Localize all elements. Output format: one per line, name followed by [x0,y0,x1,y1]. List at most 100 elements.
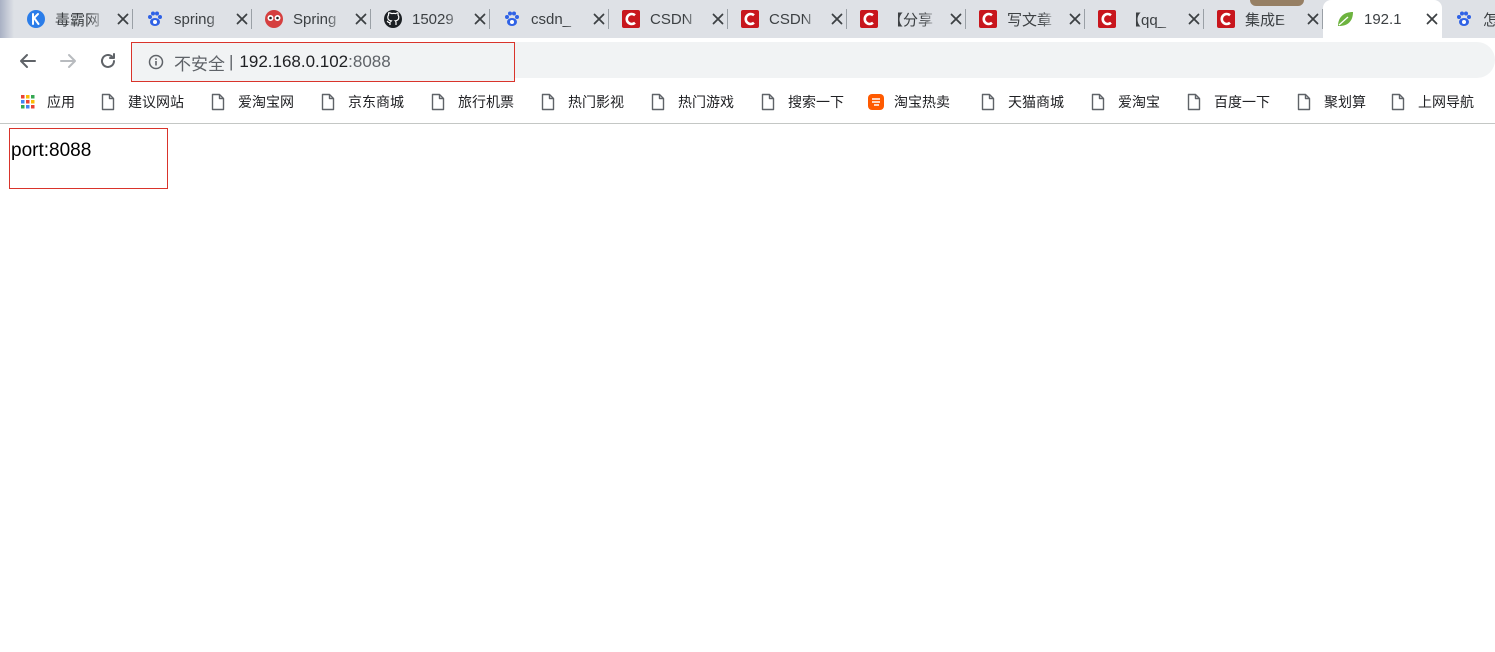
csdn-icon [859,9,879,29]
tab-3[interactable]: 15029 [371,0,490,38]
csdn-icon [740,9,760,29]
url-host[interactable]: 192.168.0.102 [239,52,348,72]
page-icon [1296,93,1312,111]
tab-5[interactable]: CSDN [609,0,728,38]
omnibox-background [515,42,1495,78]
tab-2[interactable]: Spring [252,0,371,38]
tab-11[interactable]: 192.1 [1323,0,1442,38]
bookmark-5[interactable]: 热门影视 [540,90,624,114]
bookmark-6[interactable]: 热门游戏 [650,90,734,114]
bookmark-label: 上网导航 [1418,94,1474,110]
url-port[interactable]: :8088 [348,52,391,72]
bookmark-1[interactable]: 建议网站 [100,90,184,114]
csdn-icon [978,9,998,29]
tab-4[interactable]: csdn_ [490,0,609,38]
bookmark-label: 淘宝热卖 [894,94,950,110]
info-icon[interactable] [148,54,164,70]
bookmark-7[interactable]: 搜索一下 [760,90,844,114]
tab-1[interactable]: spring [133,0,252,38]
owl-logo-icon [264,9,284,29]
baidu-paw-icon [502,9,522,29]
close-icon[interactable] [829,11,845,27]
bookmark-label: 天猫商城 [1008,94,1064,110]
tab-6[interactable]: CSDN [728,0,847,38]
back-button[interactable] [16,49,40,73]
bookmark-2[interactable]: 爱淘宝网 [210,90,294,114]
tab-label: CSDN [769,10,812,28]
close-icon[interactable] [948,11,964,27]
bookmark-9[interactable]: 天猫商城 [980,90,1064,114]
close-icon[interactable] [1186,11,1202,27]
close-icon[interactable] [1424,11,1440,27]
tab-7[interactable]: 【分享 [847,0,966,38]
page-icon [210,93,226,111]
bookmark-label: 搜索一下 [788,94,844,110]
csdn-icon [1216,9,1236,29]
bookmark-label: 京东商城 [348,94,404,110]
close-icon[interactable] [353,11,369,27]
back-arrow-icon [20,54,36,68]
bookmark-label: 热门游戏 [678,94,734,110]
bookmark-4[interactable]: 旅行机票 [430,90,514,114]
tab-8[interactable]: 写文章 [966,0,1085,38]
omnibox-divider: | [229,52,234,71]
page-icon [980,93,996,111]
bookmark-13[interactable]: 上网导航 [1390,90,1474,114]
k-logo-icon [26,9,46,29]
close-icon[interactable] [710,11,726,27]
bookmark-label: 旅行机票 [458,94,514,110]
tab-label: 【qq_ [1126,11,1167,29]
taobao-icon [868,93,884,111]
close-icon[interactable] [1067,11,1083,27]
page-icon [1390,93,1406,111]
page-icon [540,93,556,111]
bookmark-11[interactable]: 百度一下 [1186,90,1270,114]
tab-label: 写文章 [1007,11,1053,29]
bookmark-8[interactable]: 淘宝热卖 [868,90,950,114]
tab-label: CSDN [650,10,693,28]
bookmark-label: 爱淘宝 [1118,94,1160,110]
bookmark-12[interactable]: 聚划算 [1296,90,1366,114]
apps-grid-icon [20,93,36,111]
close-icon[interactable] [591,11,607,27]
tab-0[interactable]: 毒霸网 [14,0,133,38]
tab-label: 【分享 [888,11,934,29]
csdn-icon [1097,9,1117,29]
spring-leaf-icon [1335,9,1355,29]
github-icon [383,9,403,29]
page-content: port:8088 [0,125,1495,652]
csdn-icon [621,9,641,29]
close-icon[interactable] [234,11,250,27]
tab-12[interactable]: 怎 [1442,0,1495,38]
bookmark-0[interactable]: 应用 [20,90,75,114]
baidu-paw-icon [145,9,165,29]
reload-button[interactable] [96,49,120,73]
port-text: port:8088 [11,140,92,161]
page-icon [430,93,446,111]
security-label[interactable]: 不安全 [174,50,225,75]
forward-arrow-icon [60,54,76,68]
address-bar[interactable]: 不安全 | 192.168.0.102:8088 [131,42,515,82]
close-icon[interactable] [1305,11,1321,27]
close-icon[interactable] [472,11,488,27]
bookmark-10[interactable]: 爱淘宝 [1090,90,1160,114]
tab-strip-edge [0,0,14,38]
baidu-paw-icon [1454,9,1474,29]
tab-label: 192.1 [1364,10,1402,28]
page-icon [1090,93,1106,111]
tab-label: spring [174,10,215,28]
highlight-box: port:8088 [9,128,168,189]
close-icon[interactable] [115,11,131,27]
bookmark-label: 建议网站 [128,94,184,110]
bookmark-label: 应用 [47,94,75,110]
tab-label: 集成E [1245,11,1286,29]
bookmark-3[interactable]: 京东商城 [320,90,404,114]
bookmark-label: 热门影视 [568,94,624,110]
forward-button[interactable] [56,49,80,73]
tab-10[interactable]: 集成E [1204,0,1323,38]
page-icon [1186,93,1202,111]
tab-strip: 毒霸网 spring Spring 15029 csdn_ CSDN CSDN 【分享 写文章 【… [0,0,1495,38]
tab-9[interactable]: 【qq_ [1085,0,1204,38]
page-icon [320,93,336,111]
bookmarks-bar: 应用 建议网站 爱淘宝网 京东商城 旅行机票 热门影视 热门游戏 搜索一下 淘宝热卖 天猫商城 爱淘… [0,84,1495,124]
